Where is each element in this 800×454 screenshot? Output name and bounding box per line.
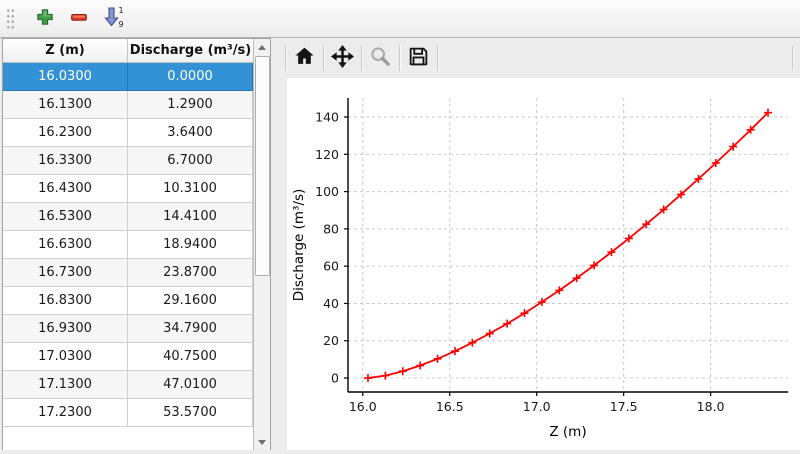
- cell-z[interactable]: 16.6300: [3, 231, 128, 259]
- cell-z[interactable]: 16.9300: [3, 315, 128, 343]
- table-scrollbar[interactable]: [253, 39, 270, 450]
- y-tick-label: 0: [331, 371, 339, 386]
- y-tick-label: 80: [323, 221, 339, 236]
- x-tick-label: 17.0: [523, 399, 551, 414]
- minus-icon: [68, 6, 90, 31]
- column-header-z[interactable]: Z (m): [3, 39, 128, 62]
- cell-z[interactable]: 16.1300: [3, 91, 128, 119]
- cell-z[interactable]: 17.1300: [3, 371, 128, 399]
- cell-z[interactable]: 16.5300: [3, 203, 128, 231]
- data-series-line: [368, 113, 768, 378]
- chart-plot-area: 16.0 16.5 17.0 17.5 18.0 0 20 40 60 80 100 120 140 Z …: [287, 78, 800, 450]
- toolbar-grip-handle[interactable]: [5, 7, 14, 31]
- cell-discharge[interactable]: 23.8700: [128, 259, 253, 287]
- table-body: 16.03000.000016.13001.290016.23003.64001…: [3, 63, 253, 427]
- scrollbar-down-button[interactable]: [254, 434, 270, 450]
- cell-z[interactable]: 16.3300: [3, 147, 128, 175]
- table-row[interactable]: 16.03000.0000: [3, 63, 253, 91]
- table-row[interactable]: 16.830029.1600: [3, 287, 253, 315]
- cell-discharge[interactable]: 3.6400: [128, 119, 253, 147]
- table-row[interactable]: 16.630018.9400: [3, 231, 253, 259]
- x-axis-label: Z (m): [549, 424, 586, 440]
- cell-z[interactable]: 16.7300: [3, 259, 128, 287]
- toolbar-separator: [323, 45, 324, 71]
- table-row[interactable]: 16.930034.7900: [3, 315, 253, 343]
- down-arrow-icon: [258, 440, 266, 445]
- toolbar-separator: [285, 45, 286, 71]
- save-button[interactable]: [402, 43, 435, 73]
- remove-row-button[interactable]: [66, 6, 92, 32]
- cell-z[interactable]: 17.2300: [3, 399, 128, 427]
- cell-discharge[interactable]: 0.0000: [128, 63, 253, 91]
- cell-discharge[interactable]: 34.7900: [128, 315, 253, 343]
- y-tick-label: 40: [323, 296, 339, 311]
- scrollbar-up-button[interactable]: [254, 39, 270, 55]
- sort-ascending-icon: 1 9: [101, 5, 125, 32]
- y-axis-label: Discharge (m³/s): [291, 189, 307, 302]
- main-toolbar: 1 9: [0, 0, 800, 38]
- table-row[interactable]: 16.730023.8700: [3, 259, 253, 287]
- cell-discharge[interactable]: 18.9400: [128, 231, 253, 259]
- table-row[interactable]: 16.430010.3100: [3, 175, 253, 203]
- svg-text:9: 9: [119, 20, 124, 29]
- toolbar-separator: [437, 45, 438, 71]
- add-row-button[interactable]: [32, 6, 58, 32]
- plus-icon: [34, 6, 56, 31]
- y-tick-label: 140: [315, 110, 339, 125]
- scrollbar-thumb[interactable]: [255, 56, 270, 276]
- y-tick-label: 100: [315, 184, 339, 199]
- cell-discharge[interactable]: 6.7000: [128, 147, 253, 175]
- chart-navigation-toolbar: [283, 40, 440, 76]
- cell-discharge[interactable]: 47.0100: [128, 371, 253, 399]
- cell-discharge[interactable]: 40.7500: [128, 343, 253, 371]
- zoom-button[interactable]: [364, 43, 397, 73]
- x-tick-label: 16.0: [349, 399, 377, 414]
- y-tick-label: 120: [315, 147, 339, 162]
- save-floppy-icon: [407, 45, 430, 71]
- discharge-rating-chart[interactable]: 16.0 16.5 17.0 17.5 18.0 0 20 40 60 80 100 120 140 Z …: [287, 78, 800, 450]
- toolbar-separator: [399, 45, 400, 71]
- toolbar-separator: [792, 46, 793, 70]
- table-header-row: Z (m) Discharge (m³/s): [3, 39, 253, 63]
- x-tick-label: 17.5: [610, 399, 638, 414]
- x-tick-label: 18.0: [697, 399, 725, 414]
- cell-z[interactable]: 16.2300: [3, 119, 128, 147]
- pan-button[interactable]: [326, 43, 359, 73]
- table-row[interactable]: 16.23003.6400: [3, 119, 253, 147]
- sort-ascending-button[interactable]: 1 9: [100, 6, 126, 32]
- column-header-discharge[interactable]: Discharge (m³/s): [128, 39, 253, 62]
- svg-text:1: 1: [119, 6, 124, 15]
- cell-z[interactable]: 17.0300: [3, 343, 128, 371]
- toolbar-separator: [361, 45, 362, 71]
- home-icon: [293, 45, 316, 71]
- home-button[interactable]: [288, 43, 321, 73]
- cell-discharge[interactable]: 10.3100: [128, 175, 253, 203]
- cell-discharge[interactable]: 53.5700: [128, 399, 253, 427]
- cell-discharge[interactable]: 14.4100: [128, 203, 253, 231]
- table-row[interactable]: 16.33006.7000: [3, 147, 253, 175]
- cell-z[interactable]: 16.8300: [3, 287, 128, 315]
- table-row[interactable]: 16.13001.2900: [3, 91, 253, 119]
- cell-z[interactable]: 16.0300: [3, 63, 128, 91]
- table-row[interactable]: 17.230053.5700: [3, 399, 253, 427]
- rating-table: Z (m) Discharge (m³/s) 16.03000.000016.1…: [3, 39, 253, 450]
- y-tick-label: 60: [323, 259, 339, 274]
- table-row[interactable]: 17.030040.7500: [3, 343, 253, 371]
- table-row[interactable]: 17.130047.0100: [3, 371, 253, 399]
- pan-move-icon: [331, 45, 354, 71]
- cell-discharge[interactable]: 1.2900: [128, 91, 253, 119]
- up-arrow-icon: [258, 45, 266, 50]
- cell-z[interactable]: 16.4300: [3, 175, 128, 203]
- table-row[interactable]: 16.530014.4100: [3, 203, 253, 231]
- cell-discharge[interactable]: 29.1600: [128, 287, 253, 315]
- y-tick-label: 20: [323, 333, 339, 348]
- x-tick-label: 16.5: [436, 399, 464, 414]
- magnifier-icon: [369, 45, 392, 71]
- rating-table-panel: Z (m) Discharge (m³/s) 16.03000.000016.1…: [2, 38, 271, 450]
